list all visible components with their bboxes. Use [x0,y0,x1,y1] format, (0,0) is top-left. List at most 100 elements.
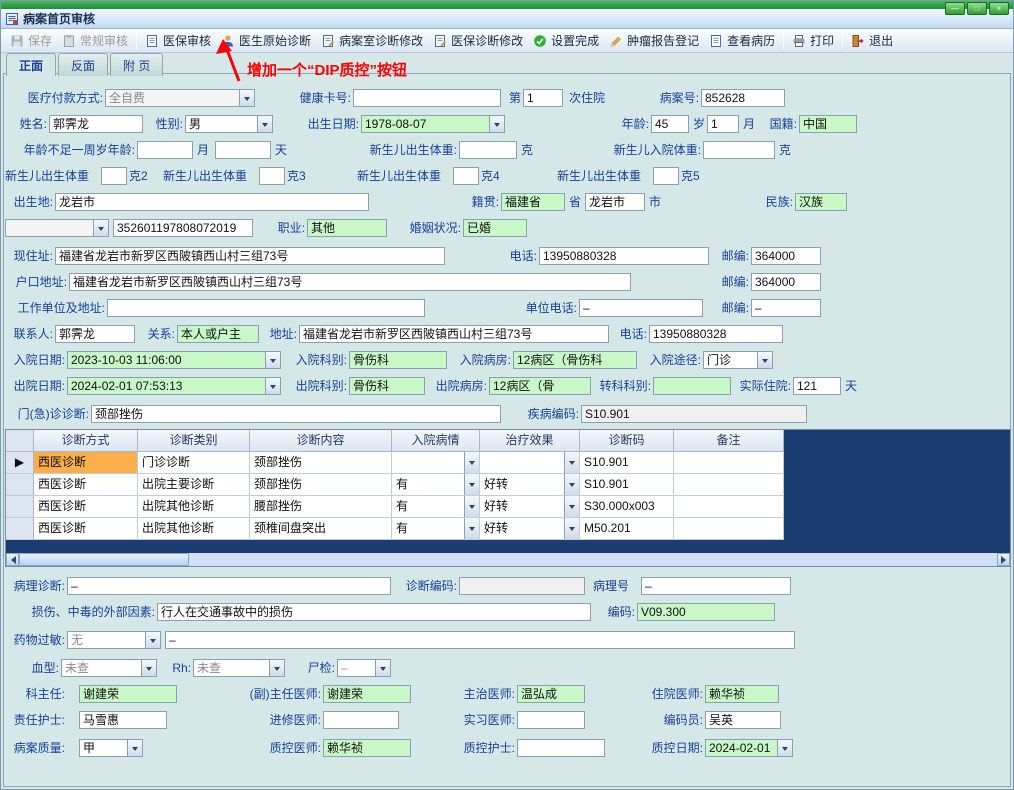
cell-effect-select[interactable]: 好转 [480,496,580,518]
cell-dx-code[interactable]: S10.901 [580,474,674,496]
current-addr-input[interactable]: 福建省龙岩市新罗区西陂镇西山村三组73号 [55,247,445,265]
age-input[interactable]: 45 [651,115,689,133]
qc-nurse-input[interactable] [517,739,605,757]
dropdown-arrow-icon[interactable] [564,496,579,517]
household-zip-input[interactable]: 364000 [751,273,821,291]
payment-select[interactable]: 全自费 [105,89,255,107]
transfer-dept-input[interactable] [653,377,731,395]
dropdown-arrow-icon[interactable] [564,474,579,495]
blood-type-select[interactable]: 未查 [61,659,157,677]
restore-button[interactable]: □ [967,2,987,15]
horizontal-scrollbar[interactable] [6,553,1010,566]
contact-addr-input[interactable]: 福建省龙岩市新罗区西陂镇西山村三组73号 [299,325,609,343]
tab-back[interactable]: 反面 [58,53,109,76]
save-button[interactable]: 保存 [5,30,57,51]
adm-dept-input[interactable]: 骨伤科 [349,351,447,369]
cell-dx-category[interactable]: 出院其他诊断 [138,496,250,518]
dropdown-arrow-icon[interactable] [464,496,479,517]
injury-input[interactable]: 行人在交通事故中的损伤 [157,603,591,621]
birthplace-input[interactable]: 龙岩市 [55,193,369,211]
cell-dx-code[interactable]: S10.901 [580,452,674,474]
dropdown-arrow-icon[interactable] [464,474,479,495]
adm-path-select[interactable]: 门诊 [703,351,773,369]
scroll-left-button[interactable] [6,553,19,566]
dis-date-picker[interactable]: 2024-02-01 07:53:13 [67,377,281,395]
cell-condition-select[interactable]: 有 [392,496,480,518]
cell-condition-select[interactable]: 有 [392,518,480,540]
cell-dx-method[interactable]: 西医诊断 [34,518,138,540]
dropdown-arrow-icon[interactable] [777,740,792,756]
deputy-chief-input[interactable]: 谢建荣 [323,685,411,703]
scrollbar-thumb[interactable] [19,553,189,566]
cell-remark[interactable] [674,474,784,496]
dropdown-arrow-icon[interactable] [127,740,142,756]
dropdown-arrow-icon[interactable] [265,378,280,394]
zip-input[interactable]: 364000 [751,247,821,265]
view-record-button[interactable]: 查看病历 [704,30,780,51]
dropdown-arrow-icon[interactable] [269,660,284,676]
ethnicity-input[interactable]: 汉族 [795,193,847,211]
contact-input[interactable]: 郭霁龙 [55,325,135,343]
tumor-report-button[interactable]: 肿瘤报告登记 [604,30,704,51]
gender-select[interactable]: 男 [185,115,273,133]
adm-date-picker[interactable]: 2023-10-03 11:06:00 [67,351,281,369]
nurse-input[interactable]: 马雪惠 [79,711,167,729]
record-no-input[interactable]: 852628 [701,89,785,107]
cell-dx-content[interactable]: 颈部挫伤 [250,452,392,474]
dropdown-arrow-icon[interactable] [93,220,108,236]
qc-date-picker[interactable]: 2024-02-01 [705,739,793,757]
marital-input[interactable]: 已婚 [463,219,527,237]
tab-front[interactable]: 正面 [6,53,57,76]
coder-input[interactable]: 吴英 [705,711,781,729]
cell-dx-code[interactable]: S30.000x003 [580,496,674,518]
qc-doctor-input[interactable]: 赖华祯 [323,739,411,757]
dropdown-arrow-icon[interactable] [239,90,254,106]
nationality-input[interactable]: 中国 [799,115,857,133]
age-months-input[interactable]: 1 [707,115,739,133]
exit-button[interactable]: 退出 [846,30,898,51]
infant-age-months-input[interactable] [137,141,193,159]
dropdown-arrow-icon[interactable] [757,352,772,368]
cell-remark[interactable] [674,452,784,474]
tab-appendix[interactable]: 附 页 [110,53,164,76]
health-card-input[interactable] [353,89,501,107]
cell-dx-category[interactable]: 出院主要诊断 [138,474,250,496]
dropdown-arrow-icon[interactable] [257,116,272,132]
occupation-input[interactable]: 其他 [307,219,387,237]
work-zip-input[interactable]: – [751,299,821,317]
dis-ward-input[interactable]: 12病区（骨 [489,377,591,395]
disease-code-input[interactable]: S10.901 [581,405,807,423]
outpatient-dx-input[interactable]: 颈部挫伤 [91,405,501,423]
autopsy-select[interactable]: – [337,659,391,677]
dropdown-arrow-icon[interactable] [464,452,479,473]
cell-dx-content[interactable]: 腰部挫伤 [250,496,392,518]
dropdown-arrow-icon[interactable] [375,660,390,676]
household-addr-input[interactable]: 福建省龙岩市新罗区西陂镇西山村三组73号 [69,273,631,291]
work-unit-input[interactable] [107,299,425,317]
cell-condition-select[interactable] [392,452,480,474]
cell-dx-category[interactable]: 出院其他诊断 [138,518,250,540]
regular-audit-button[interactable]: 常规审核 [57,30,133,51]
id-type-select[interactable] [5,219,109,237]
dropdown-arrow-icon[interactable] [265,352,280,368]
cell-dx-method[interactable]: 西医诊断 [34,452,138,474]
id-number-input[interactable]: 352601197808072019 [113,219,253,237]
cell-effect-select[interactable]: 好转 [480,518,580,540]
infant-age-days-input[interactable] [215,141,271,159]
dept-head-input[interactable]: 谢建荣 [79,685,177,703]
nb-weight2-input[interactable] [101,167,127,185]
birth-date-picker[interactable]: 1978-08-07 [361,115,505,133]
actual-days-input[interactable]: 121 [793,377,841,395]
cell-dx-method[interactable]: 西医诊断 [34,496,138,518]
dropdown-arrow-icon[interactable] [489,116,504,132]
relation-input[interactable]: 本人或户主 [177,325,259,343]
dropdown-arrow-icon[interactable] [145,632,160,648]
dropdown-arrow-icon[interactable] [464,518,479,539]
dis-dept-input[interactable]: 骨伤科 [349,377,425,395]
nb-weight4-input[interactable] [453,167,479,185]
newborn-adm-weight-input[interactable] [703,141,775,159]
scroll-right-button[interactable] [997,553,1010,566]
cell-dx-content[interactable]: 颈椎间盘突出 [250,518,392,540]
nb-weight3-input[interactable] [259,167,285,185]
contact-phone-input[interactable]: 13950880328 [649,325,783,343]
